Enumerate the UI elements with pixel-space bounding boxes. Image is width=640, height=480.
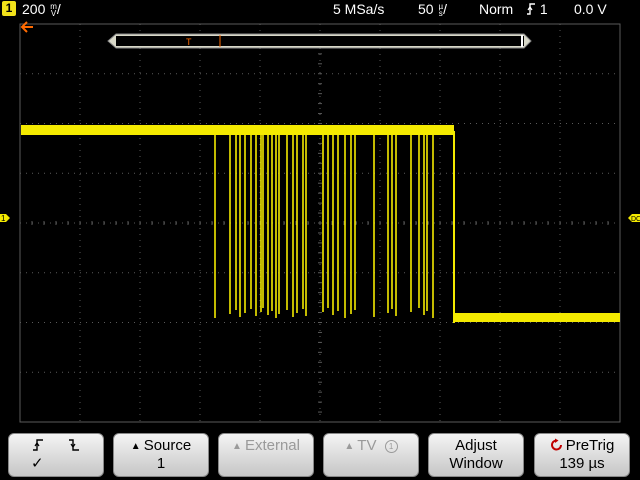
- source-value: 1: [156, 455, 166, 472]
- external-softkey[interactable]: ▲ External: [218, 433, 314, 477]
- timebase-value: 50: [418, 1, 434, 17]
- ground-marker-label: 1: [1, 214, 6, 223]
- trigger-mode: Norm: [479, 1, 514, 17]
- graticule: [19, 23, 621, 423]
- up-arrow-icon: ▲: [232, 441, 242, 452]
- dc-marker-label: DC: [631, 216, 640, 223]
- pretrig-value: 139 µs: [559, 455, 605, 472]
- dc-marker: DC: [628, 214, 640, 223]
- falling-edge-icon: [69, 439, 79, 451]
- pretrig-softkey[interactable]: PreTrig 139 µs: [534, 433, 630, 477]
- rotate-knob-icon: [550, 438, 562, 451]
- timebase: 50 µ s /: [418, 1, 447, 19]
- graticule-and-trace: T 1 DC: [0, 21, 640, 423]
- memory-bar[interactable]: T: [107, 33, 532, 49]
- slope-softkey[interactable]: ✓: [8, 433, 104, 477]
- vertical-scale-value: 200: [22, 1, 46, 17]
- sample-rate: 5 MSa/s: [333, 1, 385, 17]
- tv-softkey[interactable]: ▲ TV 1: [323, 433, 419, 477]
- rising-edge-icon: [527, 3, 535, 15]
- channel-badge[interactable]: 1: [2, 1, 16, 16]
- trigger-position-label: T: [186, 37, 192, 47]
- channel-circle-icon: 1: [384, 440, 398, 453]
- vertical-scale-unit: mV: [50, 2, 57, 19]
- rising-edge-icon: [33, 439, 43, 451]
- softkey-bar: ✓ ▲ Source 1 ▲ External ▲ TV 1 Adjust Windo…: [0, 424, 640, 480]
- up-arrow-icon: ▲: [130, 441, 141, 452]
- adjust-window-softkey[interactable]: Adjust Window: [428, 433, 524, 477]
- vertical-scale: 200 m V /: [22, 1, 61, 19]
- ground-marker[interactable]: 1: [0, 214, 10, 223]
- waveform-display[interactable]: T 1 DC: [0, 18, 640, 424]
- slope-selected-check: ✓: [31, 455, 44, 472]
- trigger-level: 0.0 V: [574, 1, 607, 17]
- source-softkey[interactable]: ▲ Source 1: [113, 433, 209, 477]
- up-arrow-icon: ▲: [344, 441, 355, 452]
- trigger-source: 1: [526, 0, 548, 18]
- status-bar: 1 200 m V/ 5 MSa/s 50 µ s / Norm 1 0.0 V: [0, 0, 640, 18]
